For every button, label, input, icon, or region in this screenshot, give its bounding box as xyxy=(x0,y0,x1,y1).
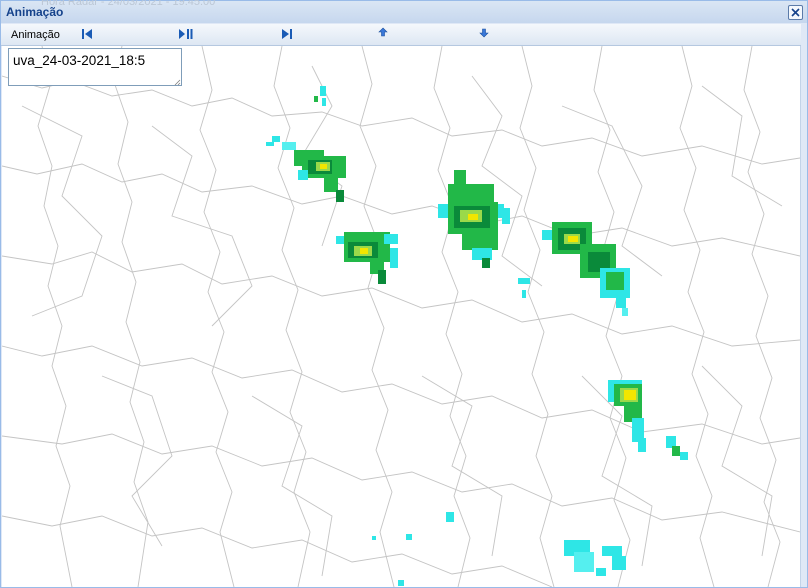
skip-to-start-icon xyxy=(82,29,92,39)
frame-name-field[interactable]: uva_24-03-2021_18:5 xyxy=(8,48,182,86)
play-pause-button[interactable] xyxy=(178,27,194,41)
storm-cell-1 xyxy=(266,86,346,202)
first-frame-button[interactable] xyxy=(79,27,95,41)
resize-grip-icon[interactable] xyxy=(174,79,181,86)
arrow-down-icon xyxy=(479,28,489,37)
animation-window: Hora Radar - 24/03/2021 - 19:45:00 Anima… xyxy=(0,0,808,588)
storm-cell-6 xyxy=(372,512,626,586)
play-pause-icon xyxy=(179,29,193,39)
move-up-button[interactable] xyxy=(375,25,391,39)
arrow-up-icon xyxy=(378,27,388,36)
move-down-button[interactable] xyxy=(476,25,492,39)
close-button[interactable] xyxy=(788,5,803,20)
radar-map[interactable]: uva_24-03-2021_18:5 xyxy=(2,46,801,587)
title-bar[interactable]: Hora Radar - 24/03/2021 - 19:45:00 Anima… xyxy=(1,0,807,23)
toolbar-label: Animação xyxy=(11,29,60,41)
background-status-text: Hora Radar - 24/03/2021 - 19:45:00 xyxy=(41,0,216,8)
storm-cell-4 xyxy=(542,222,630,316)
window-title: Animação xyxy=(6,5,64,19)
storm-cell-5 xyxy=(608,380,688,460)
step-forward-button[interactable] xyxy=(279,27,295,41)
radar-echoes xyxy=(266,86,688,586)
step-forward-icon xyxy=(282,29,292,39)
storm-cell-3 xyxy=(438,170,530,298)
close-icon xyxy=(791,8,800,17)
toolbar: Animação xyxy=(1,24,801,46)
municipality-borders xyxy=(2,46,800,587)
storm-cell-2 xyxy=(336,232,398,284)
